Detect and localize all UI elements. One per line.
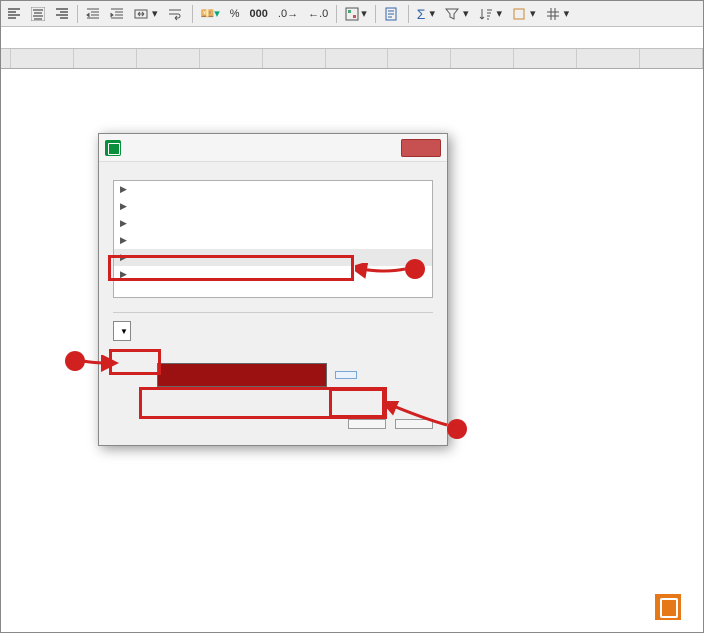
align-right-icon[interactable] <box>51 5 73 23</box>
arrow-3 <box>385 401 455 436</box>
col-header[interactable] <box>451 49 514 68</box>
col-header[interactable] <box>200 49 263 68</box>
watermark <box>655 594 687 620</box>
autosum-button[interactable]: Σ▾ <box>413 4 439 24</box>
ribbon-toolbar: ▾ 💴▾ % 000 .0→ ←.0 ▾ Σ▾ ▾ ▾ ▾ ▾ <box>1 1 703 27</box>
rule-item[interactable]: ▶ <box>114 198 432 215</box>
decimal-inc-icon[interactable]: .0→ <box>274 6 302 22</box>
preview-box <box>157 363 327 387</box>
rule-item[interactable]: ▶ <box>114 181 432 198</box>
duplicate-dropdown[interactable]: ▼ <box>113 321 131 341</box>
col-header[interactable] <box>11 49 74 68</box>
arrow-2 <box>79 355 119 375</box>
office-logo-icon <box>655 594 681 620</box>
filter-button[interactable]: ▾ <box>441 5 473 23</box>
rule-item[interactable]: ▶ <box>114 232 432 249</box>
indent-left-icon[interactable] <box>82 5 104 23</box>
close-button[interactable] <box>401 139 441 157</box>
col-header[interactable] <box>388 49 451 68</box>
column-headers <box>1 49 703 69</box>
worksheet-button[interactable] <box>575 12 583 16</box>
rule-item[interactable]: ▶ <box>114 215 432 232</box>
cond-format-icon[interactable]: ▾ <box>341 5 371 23</box>
col-header[interactable] <box>263 49 326 68</box>
arrow-1 <box>355 263 415 303</box>
dialog-titlebar[interactable] <box>99 134 447 162</box>
merge-center-button[interactable]: ▾ <box>130 5 162 23</box>
col-header[interactable] <box>74 49 137 68</box>
comma-icon[interactable]: 000 <box>246 6 272 22</box>
percent-icon[interactable]: % <box>226 6 244 22</box>
wrap-text-button[interactable] <box>164 5 188 23</box>
formula-bar[interactable] <box>1 27 703 49</box>
format-button[interactable]: ▾ <box>508 5 540 23</box>
currency-icon[interactable]: 💴▾ <box>197 5 224 22</box>
align-left-icon[interactable] <box>3 5 25 23</box>
ok-button[interactable] <box>348 419 386 429</box>
highlight-box-3b <box>329 388 385 418</box>
decimal-dec-icon[interactable]: ←.0 <box>304 6 332 22</box>
sort-button[interactable]: ▾ <box>475 5 507 23</box>
col-header[interactable] <box>577 49 640 68</box>
indent-right-icon[interactable] <box>106 5 128 23</box>
chevron-down-icon: ▼ <box>120 327 128 336</box>
col-header[interactable] <box>514 49 577 68</box>
col-header[interactable] <box>137 49 200 68</box>
wps-icon <box>105 140 121 156</box>
highlight-box-1 <box>108 255 354 281</box>
rowcol-button[interactable]: ▾ <box>542 5 574 23</box>
format-button[interactable] <box>335 371 357 379</box>
doc-helper-button[interactable] <box>380 5 404 23</box>
col-header[interactable] <box>640 49 703 68</box>
col-header[interactable] <box>326 49 389 68</box>
align-center-icon[interactable] <box>27 5 49 23</box>
